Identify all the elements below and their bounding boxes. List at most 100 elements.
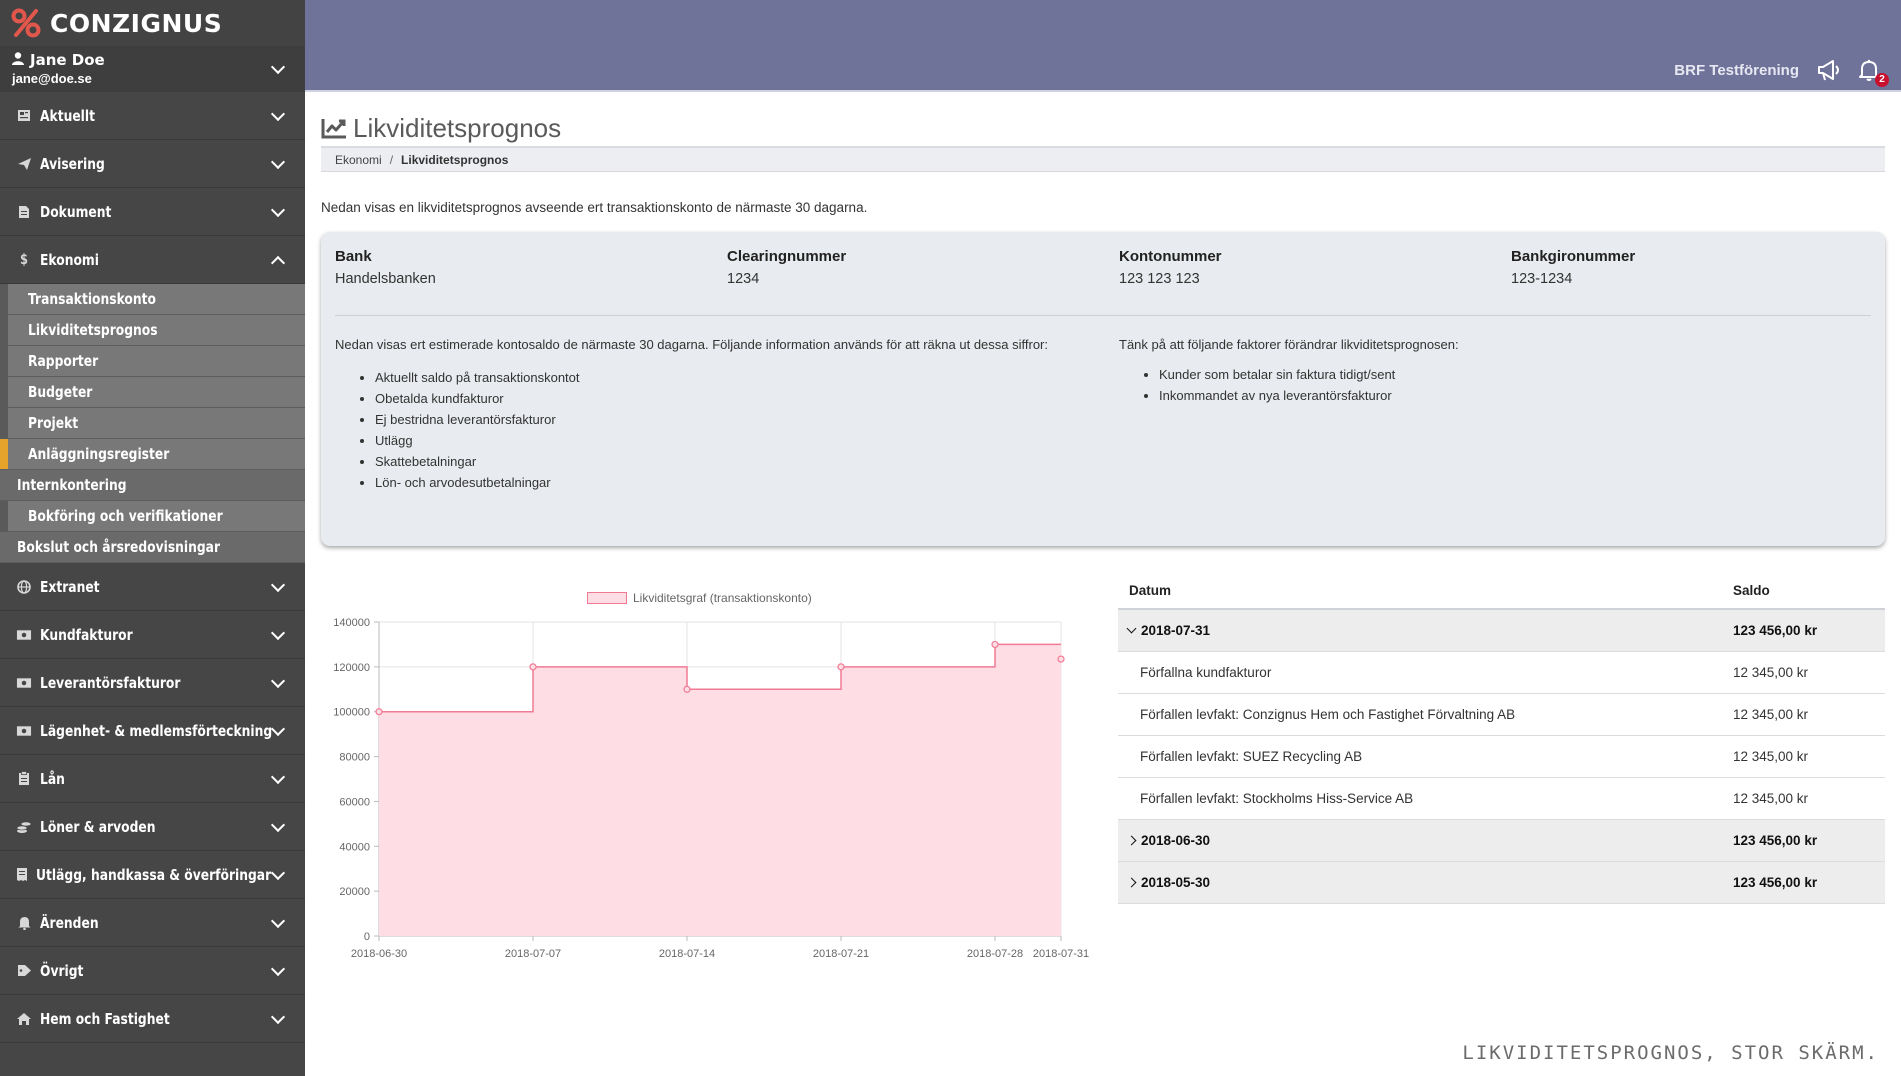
group-date: 2018-07-31 — [1141, 623, 1211, 638]
chevron-down-icon — [270, 202, 286, 217]
table-row: Förfallen levfakt: SUEZ Recycling AB 12 3… — [1118, 736, 1885, 778]
group-date: 2018-06-30 — [1141, 833, 1211, 848]
sidebar-item-arenden[interactable]: Ärenden — [0, 899, 305, 947]
organization-name[interactable]: BRF Testförening — [1674, 62, 1799, 79]
submenu-item-transaktionskonto[interactable]: Transaktionskonto — [0, 284, 305, 315]
receipt-icon — [16, 867, 28, 883]
sidebar-item-dokument[interactable]: Dokument — [0, 188, 305, 236]
row-label: Förfallen levfakt: Conzignus Hem och Fas… — [1140, 707, 1516, 722]
breadcrumb-separator: / — [389, 152, 394, 167]
submenu-item-anlaggningsregister[interactable]: Anläggningsregister — [0, 439, 305, 470]
clipboard-icon — [16, 771, 32, 787]
column-header-saldo: Saldo — [1733, 582, 1770, 598]
submenu-item-label: Budgeter — [28, 383, 93, 401]
group-date: 2018-05-30 — [1141, 875, 1211, 890]
calculation-info-text: Nedan visas ert estimerade kontosaldo de… — [335, 337, 1048, 352]
table-group-row[interactable]: 2018-06-30 123 456,00 kr — [1118, 820, 1885, 862]
list-item: Ej bestridna leverantörsfakturor — [375, 409, 1119, 430]
list-item: Inkommandet av nya leverantörsfakturor — [1159, 385, 1871, 406]
change-factors-list: Kunder som betalar sin faktura tidigt/se… — [1119, 364, 1871, 406]
sidebar-item-label: Dokument — [40, 202, 112, 221]
submenu-item-likviditetsprognos[interactable]: Likviditetsprognos — [0, 315, 305, 346]
submenu-item-rapporter[interactable]: Rapporter — [0, 346, 305, 377]
x-tick-label: 2018-07-31 — [1033, 948, 1089, 960]
breadcrumb-parent[interactable]: Ekonomi — [335, 153, 382, 167]
row-saldo: 12 345,00 kr — [1733, 791, 1809, 806]
top-bar: BRF Testförening 2 — [305, 0, 1901, 92]
legend-swatch — [587, 592, 627, 604]
group-saldo: 123 456,00 kr — [1733, 623, 1818, 638]
tag-icon — [16, 963, 32, 979]
chevron-down-icon — [270, 721, 286, 736]
chevron-right-icon[interactable] — [1126, 835, 1137, 846]
chevron-down-icon — [270, 913, 286, 928]
data-point — [529, 663, 537, 671]
y-tick-label: 0 — [364, 931, 370, 943]
clearing-field: Clearingnummer 1234 — [727, 248, 1119, 287]
sidebar-item-avisering[interactable]: Avisering — [0, 140, 305, 188]
news-icon — [16, 108, 32, 124]
globe-icon — [16, 579, 32, 595]
table-header: Datum Saldo — [1118, 572, 1885, 610]
sidebar-item-hem-och-fastighet[interactable]: Hem och Fastighet — [0, 995, 305, 1043]
home-icon — [16, 1011, 32, 1027]
data-point — [991, 640, 999, 649]
coins-icon — [16, 819, 32, 835]
submenu-item-label: Bokföring och verifikationer — [28, 507, 223, 525]
sidebar-item-lagenhet-medlemsforteckning[interactable]: Lägenhet- & medlemsförteckning — [0, 707, 305, 755]
x-tick-label: 2018-06-30 — [351, 948, 407, 960]
chevron-down-icon — [270, 817, 286, 832]
account-number-field: Kontonummer 123 123 123 — [1119, 248, 1511, 287]
chevron-down-icon — [270, 577, 286, 592]
sidebar-item-ekonomi[interactable]: $ Ekonomi — [0, 236, 305, 284]
chevron-down-icon — [270, 1009, 286, 1024]
sidebar-item-leverantorsfakturor[interactable]: Leverantörsfakturor — [0, 659, 305, 707]
submenu-item-internkontering[interactable]: Internkontering — [0, 470, 305, 501]
list-item: Aktuellt saldo på transaktionskontot — [375, 367, 1119, 388]
data-point — [1057, 655, 1065, 663]
intro-text: Nedan visas en likviditetsprognos avseen… — [321, 200, 868, 215]
row-saldo: 12 345,00 kr — [1733, 665, 1809, 680]
sidebar-item-label: Kundfakturor — [40, 625, 133, 644]
sidebar-item-aktuellt[interactable]: Aktuellt — [0, 92, 305, 140]
sidebar-item-loner-arvoden[interactable]: Löner & arvoden — [0, 803, 305, 851]
bankgiro-value: 123-1234 — [1511, 271, 1573, 287]
clearing-label: Clearingnummer — [727, 248, 847, 265]
conzignus-logo-icon — [10, 7, 42, 39]
data-point — [375, 708, 383, 716]
chevron-down-icon[interactable] — [1126, 623, 1137, 634]
submenu-item-budgeter[interactable]: Budgeter — [0, 377, 305, 408]
table-group-row[interactable]: 2018-05-30 123 456,00 kr — [1118, 862, 1885, 904]
table-row: Förfallen levfakt: Stockholms Hiss-Servi… — [1118, 778, 1885, 820]
brand[interactable]: CONZIGNUS — [0, 0, 305, 46]
change-factors-info: Tänk på att följande faktorer förändrar … — [1119, 334, 1871, 493]
sidebar-item-label: Lägenhet- & medlemsförteckning — [40, 721, 273, 740]
sidebar-item-extranet[interactable]: Extranet — [0, 563, 305, 611]
sidebar-item-lan[interactable]: Lån — [0, 755, 305, 803]
chevron-down-icon — [270, 154, 286, 169]
submenu-item-projekt[interactable]: Projekt — [0, 408, 305, 439]
sidebar-item-kundfakturor[interactable]: Kundfakturor — [0, 611, 305, 659]
submenu-item-label: Projekt — [28, 414, 79, 432]
sidebar-item-label: Hem och Fastighet — [40, 1009, 170, 1028]
chart-svg: 0 20000 40000 60000 80000 100000 120000 140000 2… — [333, 617, 1089, 960]
sidebar: CONZIGNUS Jane Doe jane@doe.se Aktuellt A… — [0, 0, 305, 1076]
sidebar-item-label: Avisering — [40, 154, 105, 173]
user-menu[interactable]: Jane Doe jane@doe.se — [0, 46, 305, 92]
chevron-down-icon — [270, 625, 286, 640]
sidebar-item-ovrigt[interactable]: Övrigt — [0, 947, 305, 995]
chevron-right-icon[interactable] — [1126, 877, 1137, 888]
page-title-text: Likviditetsprognos — [353, 112, 562, 143]
megaphone-icon[interactable] — [1817, 59, 1843, 81]
chevron-down-icon — [270, 106, 286, 121]
chart-legend[interactable]: Likviditetsgraf (transaktionskonto) — [587, 591, 812, 605]
breadcrumb-current: Likviditetsprognos — [401, 152, 509, 167]
submenu-item-label: Transaktionskonto — [28, 290, 156, 308]
table-group-row[interactable]: 2018-07-31 123 456,00 kr — [1118, 610, 1885, 652]
submenu-item-bokslut-och-arsredovisningar[interactable]: Bokslut och årsredovisningar — [0, 532, 305, 563]
sidebar-item-utlagg-handkassa-overforingar[interactable]: Utlägg, handkassa & överföringar — [0, 851, 305, 899]
sidebar-item-label: Löner & arvoden — [40, 817, 156, 836]
dollar-icon: $ — [19, 251, 29, 268]
main-content: Likviditetsprognos Ekonomi / Likviditets… — [321, 92, 1885, 546]
submenu-item-bokforing-och-verifikationer[interactable]: Bokföring och verifikationer — [0, 501, 305, 532]
